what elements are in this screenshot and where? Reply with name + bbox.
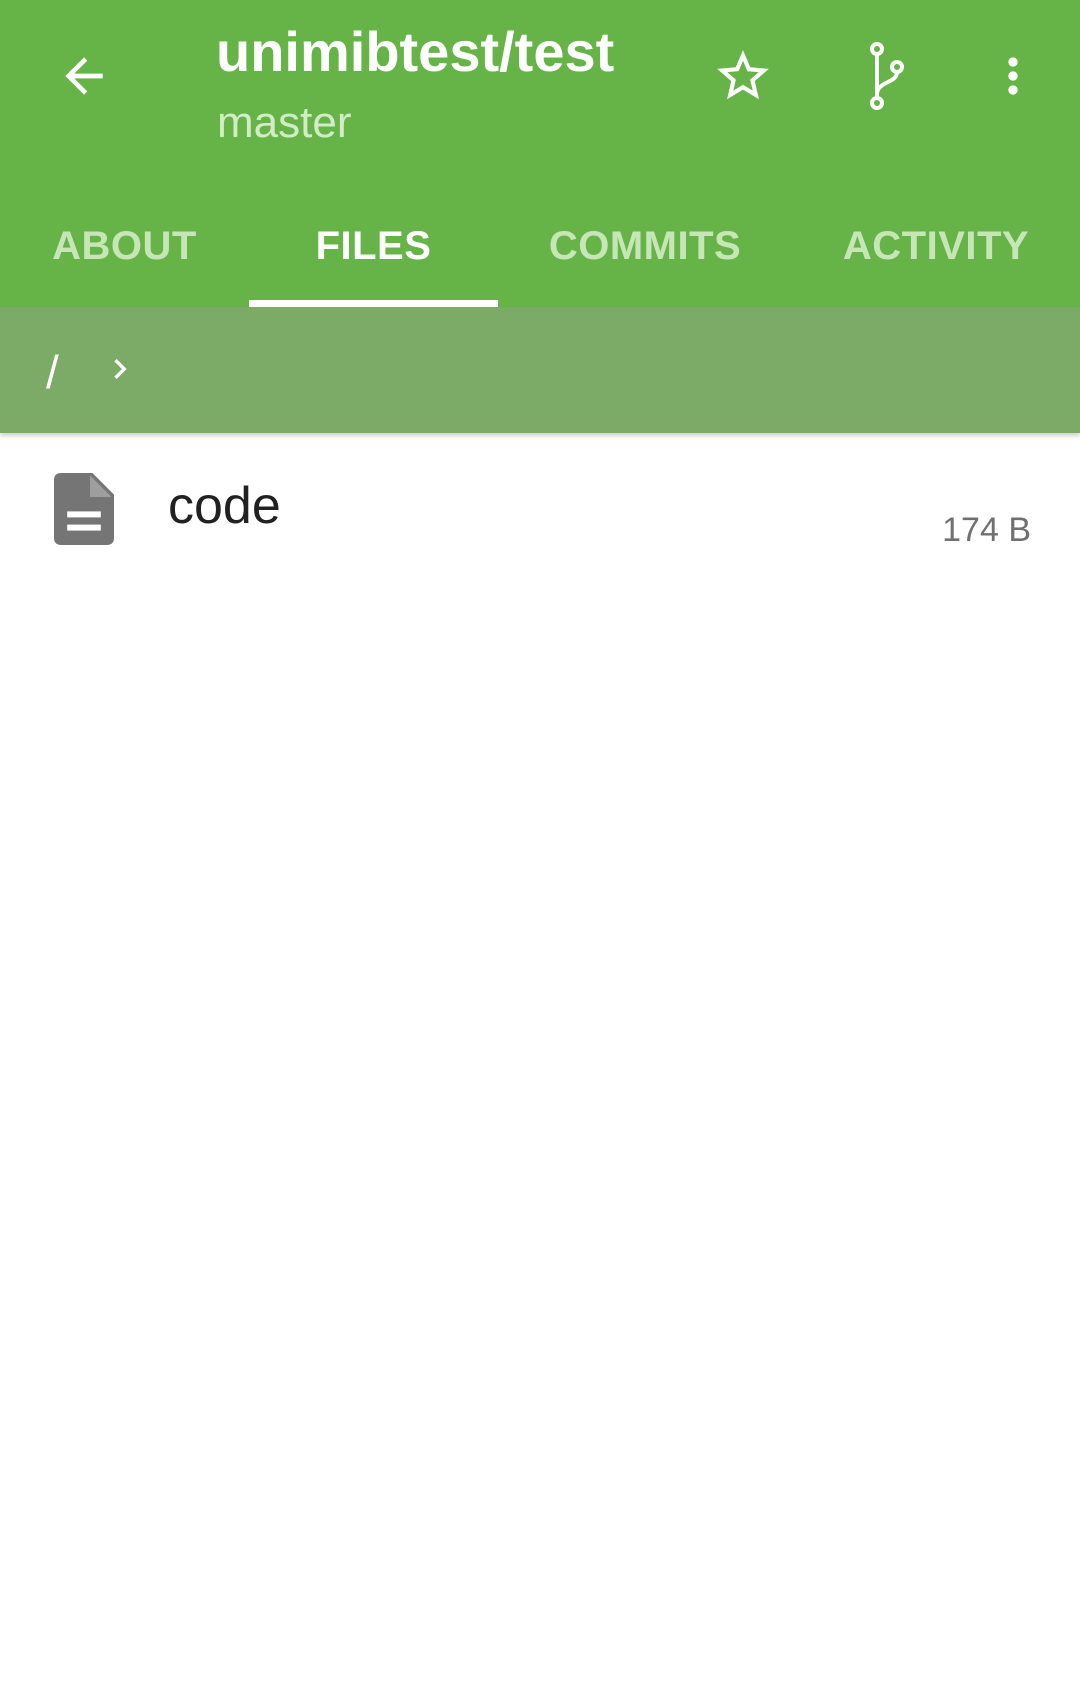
repo-title: unimibtest/test [216,20,615,83]
chevron-right-icon [114,359,127,379]
tab-commits[interactable]: COMMITS [498,186,792,307]
list-item[interactable] [0,433,1080,583]
app-bar: unimibtest/test master ABOUT FILES COMMI… [0,0,1080,307]
tab-bar: ABOUT FILES COMMITS ACTIVITY [0,186,1080,307]
active-tab-indicator [249,300,498,307]
branch-button[interactable] [847,36,927,116]
file-size: 174 B [942,511,1031,549]
breadcrumb-root[interactable]: / [46,345,59,399]
git-branch-icon [870,42,904,110]
more-vertical-icon [1008,57,1018,95]
more-options-button[interactable] [973,36,1053,116]
app-root: unimibtest/test master ABOUT FILES COMMI… [0,0,1080,1699]
tab-activity[interactable]: ACTIVITY [792,186,1080,307]
star-outline-icon [717,50,769,100]
tab-about[interactable]: ABOUT [0,186,249,307]
back-button[interactable] [44,36,124,116]
arrow-back-icon [65,57,103,95]
tab-files[interactable]: FILES [249,186,498,307]
star-button[interactable] [703,36,783,116]
breadcrumb: / [0,307,1080,433]
branch-subtitle: master [217,98,352,147]
file-document-icon [54,473,114,545]
file-name: code [168,477,281,535]
